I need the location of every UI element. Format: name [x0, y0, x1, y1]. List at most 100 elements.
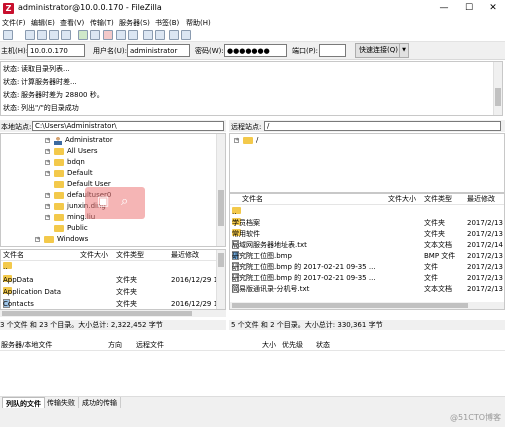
- tree-item[interactable]: + Default: [45, 168, 93, 179]
- local-site-label: 本地站点:: [1, 123, 32, 131]
- password-label: 密码(W):: [195, 47, 224, 55]
- file-row[interactable]: 研究院工位图.bmp 的 2017-02-21 09-35 ... 文件 2017/…: [230, 262, 504, 273]
- column-header-priority[interactable]: 优先级: [282, 340, 303, 351]
- password-input[interactable]: [224, 44, 287, 57]
- minimize-button[interactable]: —: [437, 2, 451, 14]
- folder-icon: [54, 202, 64, 210]
- menu-server[interactable]: 服务器(S): [119, 18, 150, 28]
- tree-item[interactable]: + All Users: [45, 146, 98, 157]
- file-row[interactable]: 简易版通讯录-分机号.txt 文本文档 2017/2/13: [230, 284, 504, 295]
- column-header-direction[interactable]: 方向: [108, 340, 122, 351]
- host-input[interactable]: [27, 44, 85, 57]
- cancel-icon[interactable]: [103, 30, 113, 40]
- maximize-button[interactable]: ☐: [462, 2, 476, 14]
- folder-icon: [54, 213, 64, 221]
- column-header-modified[interactable]: 最近修改: [467, 194, 495, 205]
- local-list-hscrollbar[interactable]: [0, 310, 226, 317]
- local-path-bar: 本地站点: C:\Users\Administrator\: [0, 120, 226, 132]
- port-input[interactable]: [319, 44, 346, 57]
- tree-item[interactable]: + bdqn: [45, 157, 85, 168]
- toggle-queue-icon[interactable]: [61, 30, 71, 40]
- host-label: 主机(H):: [1, 47, 29, 55]
- toolbar: [0, 28, 505, 42]
- tree-item[interactable]: + /: [234, 135, 258, 146]
- file-row[interactable]: ..: [230, 207, 504, 218]
- local-path-input[interactable]: C:\Users\Administrator\: [32, 121, 224, 131]
- file-row[interactable]: Contacts 文件夹 2016/12/29 11: [1, 299, 225, 309]
- compare-icon[interactable]: [169, 30, 179, 40]
- column-header-size[interactable]: 文件大小: [80, 250, 108, 261]
- message-log: 状态: 读取目录列表... 状态: 计算服务器时差... 状态: 服务器时差为 288…: [0, 61, 503, 116]
- port-label: 端口(P):: [292, 47, 319, 55]
- column-header-name[interactable]: 文件名: [3, 250, 24, 261]
- remote-site-label: 远程站点:: [231, 123, 262, 131]
- filezilla-icon: Z: [3, 3, 14, 14]
- folder-icon: [243, 136, 253, 144]
- local-list-header: 文件名 文件大小 文件类型 最近修改: [1, 250, 225, 261]
- sync-browse-icon[interactable]: [155, 30, 165, 40]
- search-icon[interactable]: [181, 30, 191, 40]
- queue-header: 服务器/本地文件 方向 远程文件 大小 优先级 状态: [0, 340, 505, 351]
- file-row[interactable]: 学员档案 文件夹 2017/2/13: [230, 218, 504, 229]
- folder-icon: [54, 191, 64, 199]
- queue-list: [0, 351, 505, 396]
- username-label: 用户名(U):: [93, 47, 127, 55]
- column-header-name[interactable]: 文件名: [242, 194, 263, 205]
- column-header-size[interactable]: 大小: [262, 340, 276, 351]
- tree-item[interactable]: + Administrator: [45, 135, 113, 146]
- file-row[interactable]: 常用软件 文件夹 2017/2/13: [230, 229, 504, 240]
- username-input[interactable]: [127, 44, 190, 57]
- menu-transfer[interactable]: 传输(T): [90, 18, 114, 28]
- file-row[interactable]: 研究院工位图.bmp 的 2017-02-21 09-35 ... 文件 2017/…: [230, 273, 504, 284]
- remote-file-list: 文件名 文件大小 文件类型 最近修改 .. 学员档案 文件夹 2017/2/13 常…: [229, 193, 505, 310]
- column-header-server-file[interactable]: 服务器/本地文件: [1, 340, 52, 351]
- column-header-remote-file[interactable]: 远程文件: [136, 340, 164, 351]
- local-file-list: 文件名 文件大小 文件类型 最近修改 .. AppData 文件夹 2016/12/…: [0, 249, 226, 310]
- user-icon: [54, 135, 62, 145]
- process-queue-icon[interactable]: [90, 30, 100, 40]
- remote-path-input[interactable]: /: [264, 121, 501, 131]
- log-scrollbar[interactable]: [493, 62, 502, 115]
- column-header-status[interactable]: 状态: [316, 340, 330, 351]
- file-row[interactable]: 局域网服务器地址表.txt 文本文档 2017/2/14: [230, 240, 504, 251]
- filter-icon[interactable]: [143, 30, 153, 40]
- local-tree-scrollbar[interactable]: [216, 134, 225, 246]
- tree-item[interactable]: Public: [54, 223, 88, 234]
- file-row[interactable]: 研究院工位图.bmp BMP 文件 2017/2/13: [230, 251, 504, 262]
- folder-icon: [54, 147, 64, 155]
- search-icon: ⌕: [121, 194, 129, 209]
- menu-file[interactable]: 文件(F): [2, 18, 26, 28]
- refresh-icon[interactable]: [78, 30, 88, 40]
- menu-bar: 文件(F) 编辑(E) 查看(V) 传输(T) 服务器(S) 书签(B) 帮助(…: [0, 17, 505, 28]
- remote-directory-tree: + /: [229, 133, 505, 193]
- log-line: 状态: 列出"/"的目录成功: [3, 104, 79, 112]
- menu-view[interactable]: 查看(V): [60, 18, 84, 28]
- folder-icon: [54, 158, 64, 166]
- remote-list-hscrollbar[interactable]: [230, 302, 504, 309]
- chevron-down-icon[interactable]: ▼: [399, 43, 409, 58]
- local-status: 3 个文件 和 23 个目录。大小总计: 2,322,452 字节: [0, 320, 226, 330]
- file-row[interactable]: ..: [1, 262, 225, 273]
- menu-edit[interactable]: 编辑(E): [31, 18, 55, 28]
- queue-tabs: 列队的文件 传输失败 成功的传输: [0, 396, 505, 409]
- column-header-size[interactable]: 文件大小: [388, 194, 416, 205]
- tree-item[interactable]: + Windows: [35, 234, 88, 245]
- window-title: administrator@10.0.0.170 - FileZilla: [18, 3, 162, 12]
- toggle-remote-tree-icon[interactable]: [49, 30, 59, 40]
- folder-icon: [54, 180, 64, 188]
- column-header-modified[interactable]: 最近修改: [171, 250, 199, 261]
- local-list-scrollbar[interactable]: [216, 250, 225, 309]
- column-header-type[interactable]: 文件类型: [116, 250, 144, 261]
- reconnect-icon[interactable]: [128, 30, 138, 40]
- close-button[interactable]: ✕: [486, 2, 500, 14]
- toggle-local-tree-icon[interactable]: [37, 30, 47, 40]
- toggle-log-icon[interactable]: [25, 30, 35, 40]
- menu-help[interactable]: 帮助(H): [186, 18, 211, 28]
- menu-bookmarks[interactable]: 书签(B): [155, 18, 179, 28]
- disconnect-icon[interactable]: [116, 30, 126, 40]
- folder-icon: [54, 169, 64, 177]
- site-manager-icon[interactable]: [3, 30, 13, 40]
- file-row[interactable]: AppData 文件夹 2016/12/29 11: [1, 275, 225, 286]
- file-row[interactable]: Application Data 文件夹: [1, 287, 225, 298]
- column-header-type[interactable]: 文件类型: [424, 194, 452, 205]
